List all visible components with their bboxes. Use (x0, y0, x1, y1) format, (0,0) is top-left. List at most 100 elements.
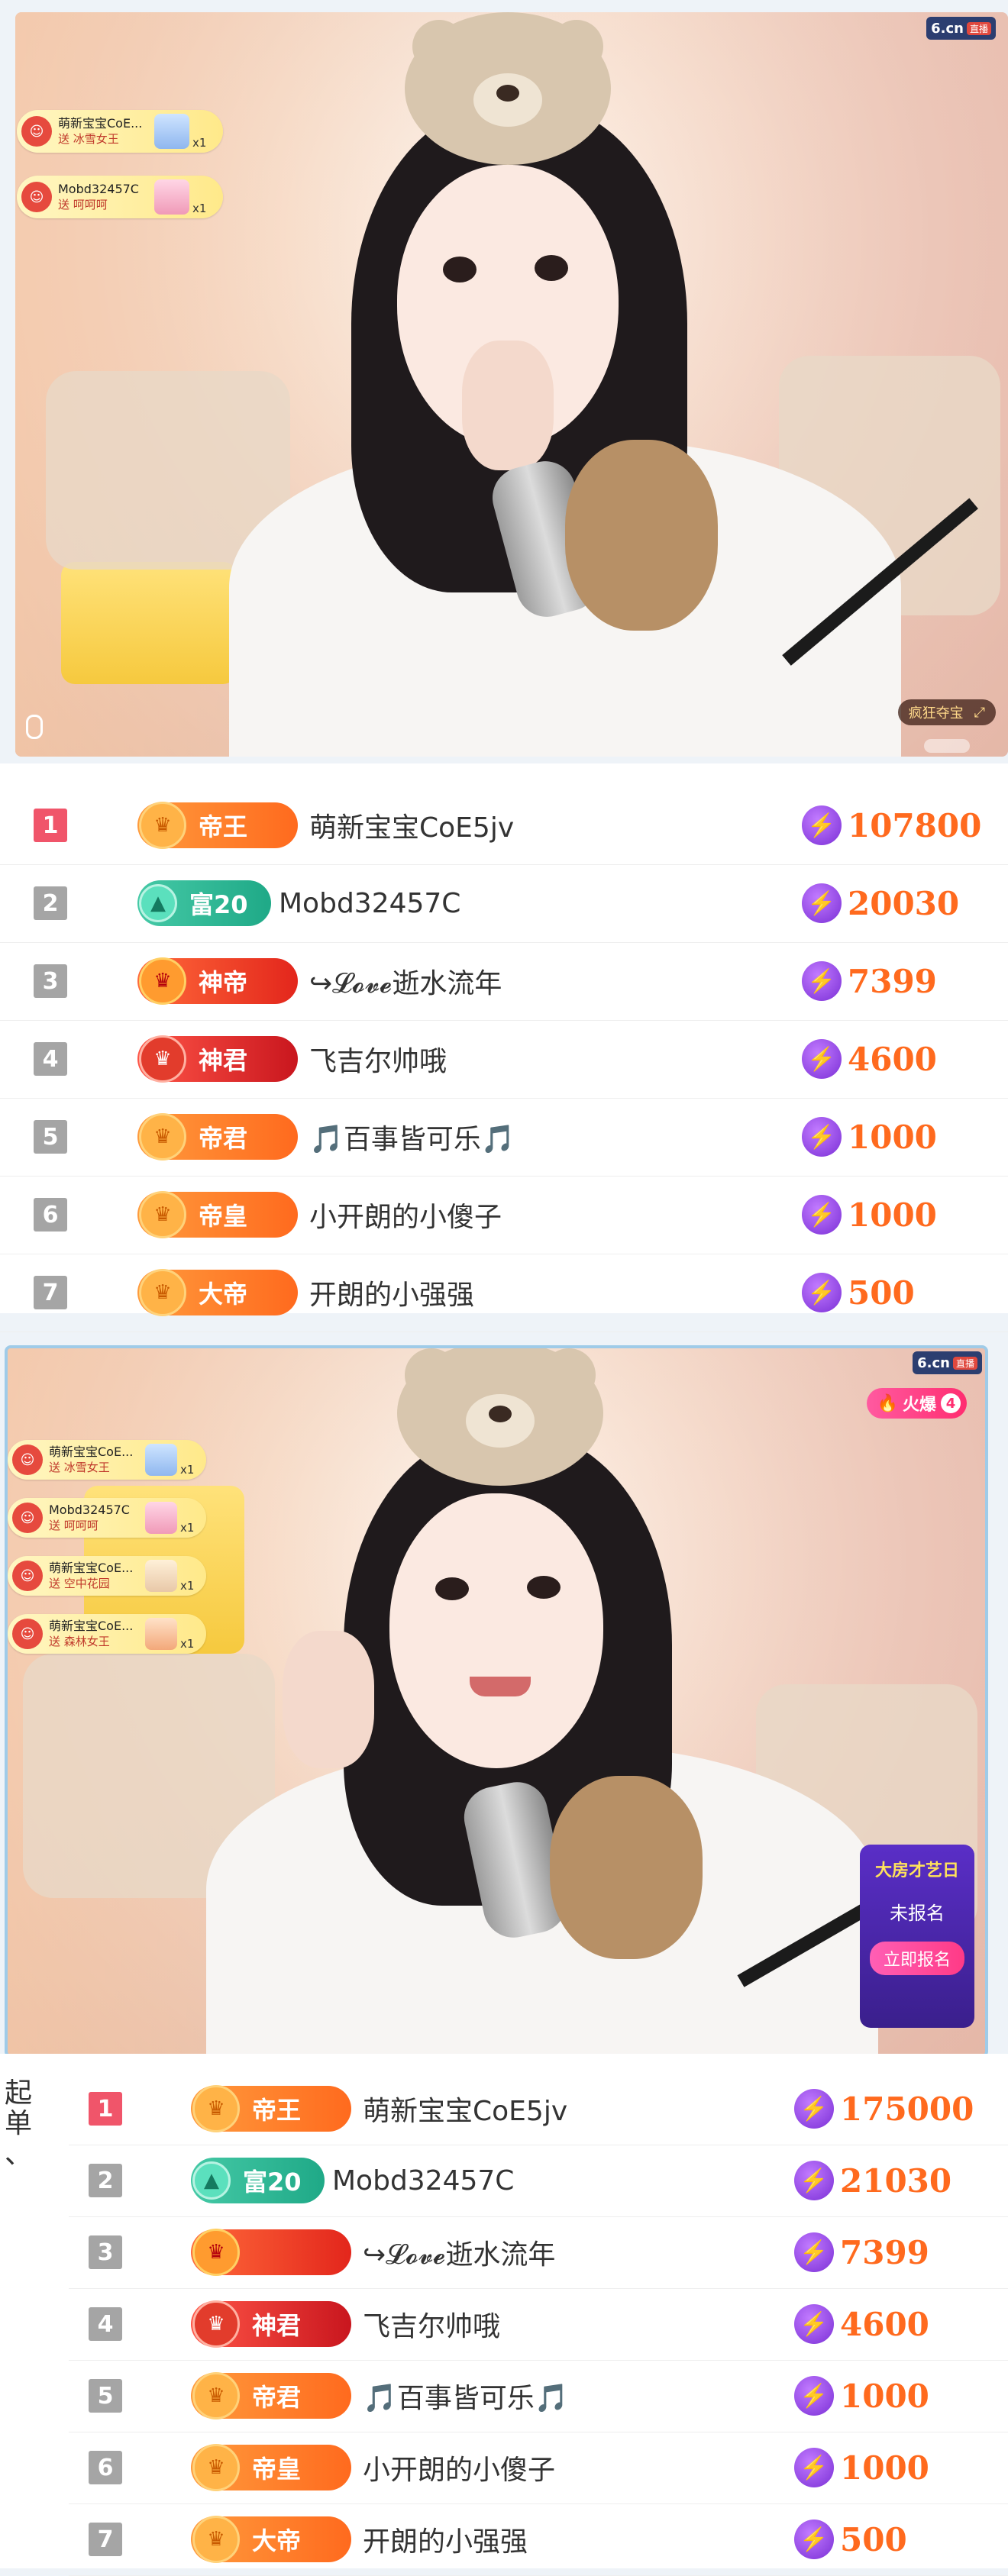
site-logo: 6.cn 直播 (913, 1351, 982, 1374)
ranking-row[interactable]: 4 ♛ 神君 飞吉尔帅哦 ⚡ 4600 (0, 1020, 1008, 1099)
rank-number: 2 (34, 886, 67, 920)
ranking-row[interactable]: 6 ♛ 帝皇 小开朗的小傻子 ⚡ 1000 (69, 2432, 1008, 2504)
ranking-row[interactable]: 7 ♛ 大帝 开朗的小强强 ⚡ 500 (69, 2503, 1008, 2576)
badge-label: 帝皇 (252, 2455, 302, 2484)
ranking-row[interactable]: 5 ♛ 帝君 🎵百事皆可乐🎵 ⚡ 1000 (0, 1098, 1008, 1177)
ranking-row[interactable]: 2 ▲ 富20 Mobd32457C ⚡ 21030 (69, 2145, 1008, 2217)
bear-nose (496, 85, 519, 102)
expand-icon[interactable]: ⤢ (974, 705, 985, 721)
level-badge: ♛ 帝皇 (137, 1191, 298, 1238)
gift-icon (145, 1502, 177, 1534)
streamer-eye (527, 1576, 561, 1599)
gift-icon (145, 1618, 177, 1650)
ranking-row[interactable]: 6 ♛ 帝皇 小开朗的小傻子 ⚡ 1000 (0, 1176, 1008, 1254)
gift-user: 萌新宝宝CoE... (58, 116, 143, 131)
user-name[interactable]: 萌新宝宝CoE5jv (309, 805, 514, 845)
side-caption: 起 单 、 (5, 2077, 33, 2170)
user-name[interactable]: 小开朗的小傻子 (363, 2448, 555, 2487)
rank-number: 5 (89, 2379, 122, 2413)
live-tag: 直播 (952, 1356, 977, 1370)
streamer-eye (435, 1577, 469, 1600)
lightning-icon: ⚡ (802, 1039, 842, 1079)
gift-icon (154, 114, 189, 149)
triangle-icon: ▲ (139, 884, 177, 922)
fire-count: 4 (941, 1393, 961, 1413)
badge-label: 帝王 (199, 812, 248, 841)
user-name[interactable]: 🎵百事皆可乐🎵 (363, 2376, 569, 2416)
crown-emblem-icon: ♛ (139, 802, 186, 849)
rank-number: 1 (89, 2092, 122, 2126)
contribution-score: ⚡ 7399 (802, 961, 937, 1001)
lightning-icon: ⚡ (802, 1195, 842, 1235)
crown-emblem-icon: ♛ (139, 1035, 186, 1083)
popularity-badge[interactable]: 🔥 火爆 4 (866, 1388, 967, 1419)
live-stream-video-1[interactable]: 6.cn 直播 ☺ 萌新宝宝CoE... 送 冰雪女王 x1 ☺ Mobd3245… (15, 12, 1008, 757)
user-name[interactable]: ↪𝓛𝓸𝓿𝓮逝水流年 (309, 961, 502, 1001)
avatar: ☺ (12, 1445, 43, 1475)
streamer-eye (443, 257, 477, 282)
ranking-row[interactable]: 1 ♛ 帝王 萌新宝宝CoE5jv ⚡ 175000 (69, 2073, 1008, 2145)
score-value: 7399 (848, 962, 937, 1000)
avatar: ☺ (12, 1503, 43, 1533)
mic-icon[interactable] (26, 715, 43, 739)
live-stream-video-2[interactable]: 6.cn 直播 🔥 火爆 4 ☺ 萌新宝宝CoE... 送 冰雪女王 x1 ☺ M… (5, 1345, 988, 2058)
event-signup-button[interactable]: 立即报名 (869, 1942, 964, 1975)
ranking-row[interactable]: 3 ♛ 神帝 ↪𝓛𝓸𝓿𝓮逝水流年 ⚡ 7399 (0, 942, 1008, 1021)
user-name[interactable]: 飞吉尔帅哦 (363, 2304, 500, 2344)
crown-emblem-icon: ♛ (139, 1269, 186, 1316)
rank-number: 2 (89, 2164, 122, 2197)
ranking-row[interactable]: 1 ♛ 帝王 萌新宝宝CoE5jv ⚡ 107800 (0, 786, 1008, 865)
user-name[interactable]: Mobd32457C (279, 888, 460, 919)
rank-number: 1 (34, 809, 67, 842)
user-name[interactable]: 开朗的小强强 (363, 2520, 528, 2559)
user-name[interactable]: 🎵百事皆可乐🎵 (309, 1117, 515, 1157)
rank-number: 7 (89, 2523, 122, 2556)
event-promo-card[interactable]: 大房才艺日 未报名 立即报名 (860, 1845, 974, 2028)
user-name[interactable]: 飞吉尔帅哦 (309, 1039, 447, 1079)
gift-action: 送 冰雪女王 (49, 1461, 110, 1474)
level-badge: ♛ 帝王 (137, 802, 298, 849)
crown-emblem-icon: ♛ (139, 1113, 186, 1160)
gift-notification: ☺ Mobd32457C 送 呵呵呵 x1 (8, 1498, 206, 1538)
badge-label: 富20 (189, 890, 248, 919)
gift-notification: ☺ 萌新宝宝CoE... 送 冰雪女王 x1 (8, 1440, 206, 1480)
treasure-button[interactable]: 疯狂夺宝 ⤢ (897, 699, 996, 725)
streamer-hand (462, 341, 554, 470)
gift-action: 送 森林女王 (49, 1635, 110, 1648)
level-badge: ♛ (191, 2229, 351, 2276)
user-name[interactable]: ↪𝓛𝓸𝓿𝓮逝水流年 (363, 2232, 555, 2272)
level-badge: ♛ 神君 (137, 1035, 298, 1083)
event-title: 大房才艺日 (874, 1861, 959, 1880)
toy-bear (565, 440, 718, 631)
badge-label: 帝君 (199, 1124, 248, 1153)
badge-label: 大帝 (199, 1280, 248, 1309)
level-badge: ▲ 富20 (191, 2158, 325, 2203)
badge-label: 大帝 (252, 2526, 302, 2555)
ranking-row[interactable]: 4 ♛ 神君 飞吉尔帅哦 ⚡ 4600 (69, 2288, 1008, 2361)
user-name[interactable]: 开朗的小强强 (309, 1273, 474, 1312)
level-badge: ♛ 大帝 (137, 1269, 298, 1316)
contribution-score: ⚡ 4600 (802, 1039, 937, 1079)
badge-label: 神君 (252, 2311, 302, 2340)
gift-notification: ☺ 萌新宝宝CoE... 送 森林女王 x1 (8, 1614, 206, 1654)
contribution-score: ⚡ 1000 (802, 1117, 937, 1157)
ranking-row[interactable]: 3 ♛ ↪𝓛𝓸𝓿𝓮逝水流年 ⚡ 7399 (69, 2216, 1008, 2289)
level-badge: ♛ 大帝 (191, 2516, 351, 2563)
ranking-row[interactable]: 2 ▲ 富20 Mobd32457C ⚡ 20030 (0, 864, 1008, 943)
user-name[interactable]: 萌新宝宝CoE5jv (363, 2089, 567, 2129)
contribution-score: ⚡ 175000 (794, 2089, 974, 2129)
gift-user: 萌新宝宝CoE... (49, 1445, 134, 1459)
avatar: ☺ (12, 1561, 43, 1591)
lightning-icon: ⚡ (802, 1117, 842, 1157)
user-name[interactable]: Mobd32457C (332, 2165, 514, 2197)
ranking-row[interactable]: 7 ♛ 大帝 开朗的小强强 ⚡ 500 (0, 1254, 1008, 1332)
user-name[interactable]: 小开朗的小傻子 (309, 1195, 502, 1235)
rank-number: 6 (89, 2451, 122, 2484)
gift-notification: ☺ 萌新宝宝CoE... 送 空中花园 x1 (8, 1556, 206, 1596)
rank-number: 4 (89, 2307, 122, 2341)
level-badge: ♛ 神君 (191, 2300, 351, 2348)
gift-user: 萌新宝宝CoE... (49, 1619, 134, 1633)
ranking-row[interactable]: 5 ♛ 帝君 🎵百事皆可乐🎵 ⚡ 1000 (69, 2360, 1008, 2432)
lightning-icon: ⚡ (794, 2376, 834, 2416)
level-badge: ♛ 神帝 (137, 957, 298, 1005)
